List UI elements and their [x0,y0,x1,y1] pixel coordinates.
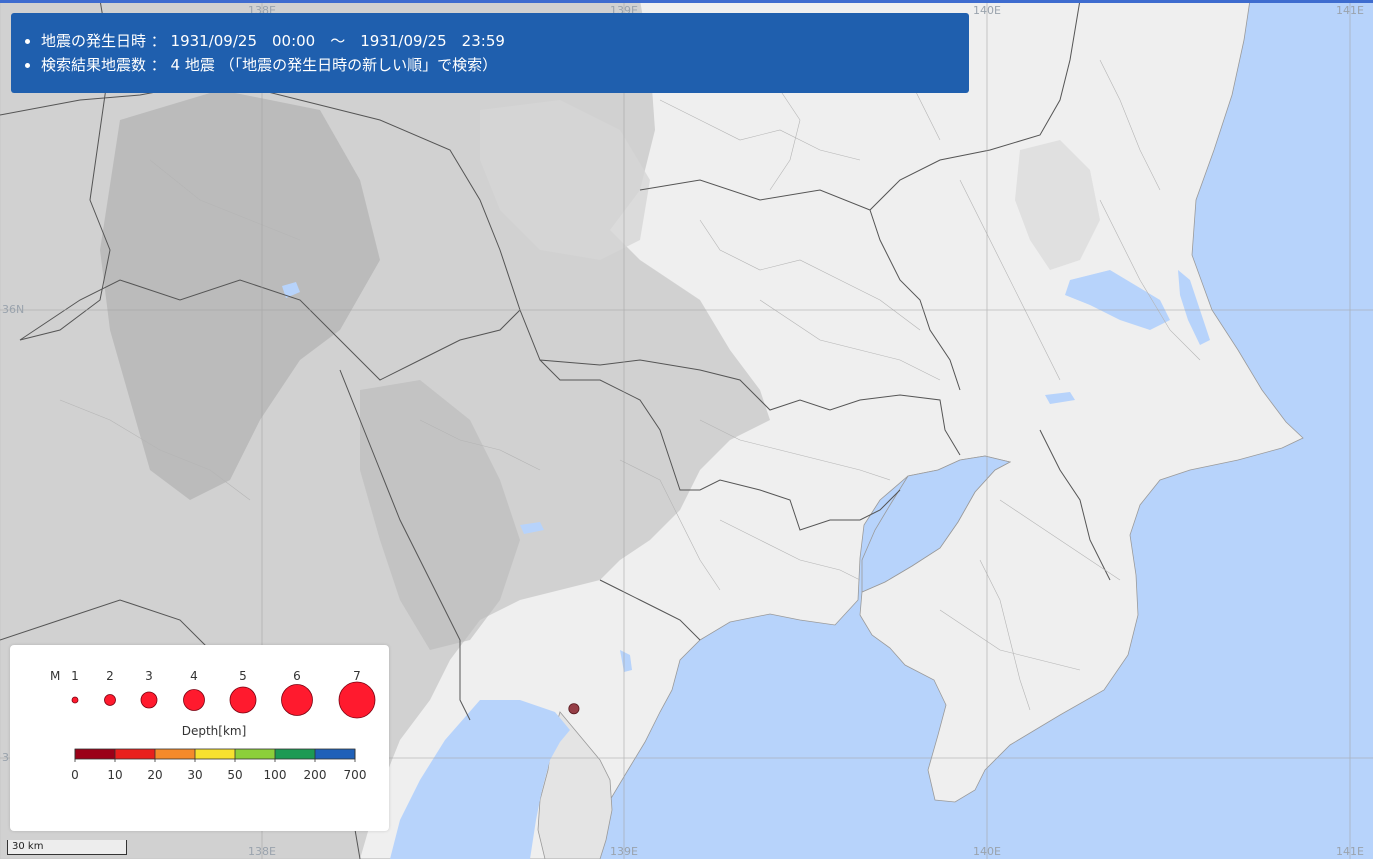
depth-tick-label: 700 [344,768,367,782]
depth-colorbar: 0 10 20 30 50 100 200 700 [71,748,367,782]
lat-label-36n: 36N [2,303,25,316]
scale-bar: 30 km [7,840,127,855]
magnitude-scale: M 1 2 3 4 5 6 7 [50,669,376,719]
legend-graphic: M 1 2 3 4 5 6 7 Depth[km] 0 10 20 30 50 100 200 700 [50,669,376,782]
magnitude-circle [104,694,116,706]
magnitude-tick-label: 4 [190,669,198,683]
date-range-item: 地震の発生日時 ： 1931/09/25 00:00 ～ 1931/09/25 … [41,29,955,53]
depth-color-segment [75,749,116,759]
lon-label-141e-top: 141E [1336,4,1364,17]
magnitude-tick-label: 2 [106,669,114,683]
magnitude-label: M [50,669,60,683]
magnitude-circle [183,689,205,711]
depth-tick-label: 100 [264,768,287,782]
depth-color-segment [115,749,156,759]
top-border [0,0,1373,3]
depth-color-segment [195,749,236,759]
magnitude-tick-label: 5 [239,669,247,683]
date-range-text: 地震の発生日時 ： 1931/09/25 00:00 ～ 1931/09/25 … [41,32,505,50]
search-summary-panel: 地震の発生日時 ： 1931/09/25 00:00 ～ 1931/09/25 … [11,13,969,93]
depth-color-segment [315,749,356,759]
depth-tick-label: 10 [107,768,122,782]
depth-tick-label: 200 [304,768,327,782]
depth-tick-label: 30 [187,768,202,782]
magnitude-tick-label: 1 [71,669,79,683]
magnitude-circle [71,696,79,704]
depth-tick-label: 50 [227,768,242,782]
magnitude-circle [140,691,158,709]
magnitude-tick-label: 6 [293,669,301,683]
earthquake-marker[interactable] [568,703,580,715]
depth-tick-label: 20 [147,768,162,782]
lon-label-141e-bottom: 141E [1336,845,1364,858]
scale-bar-label: 30 km [12,841,44,852]
depth-tick-label: 0 [71,768,79,782]
result-count-item: 検索結果地震数 ： 4 地震 （「地震の発生日時の新しい順」で検索） [41,53,955,77]
depth-color-segment [275,749,316,759]
magnitude-tick-label: 7 [353,669,361,683]
result-count-text: 検索結果地震数 ： 4 地震 （「地震の発生日時の新しい順」で検索） [41,56,498,74]
lon-label-140e-bottom: 140E [973,845,1001,858]
magnitude-circle [281,684,313,716]
depth-title: Depth[km] [182,724,247,738]
legend-panel: M 1 2 3 4 5 6 7 Depth[km] 0 10 20 30 50 100 200 700 [10,645,389,831]
lon-label-140e-top: 140E [973,4,1001,17]
lon-label-138e-bottom: 138E [248,845,276,858]
lon-label-139e-bottom: 139E [610,845,638,858]
magnitude-circle [338,681,376,719]
magnitude-circle [229,686,257,714]
depth-color-segment [235,749,276,759]
magnitude-tick-label: 3 [145,669,153,683]
depth-color-segment [155,749,196,759]
